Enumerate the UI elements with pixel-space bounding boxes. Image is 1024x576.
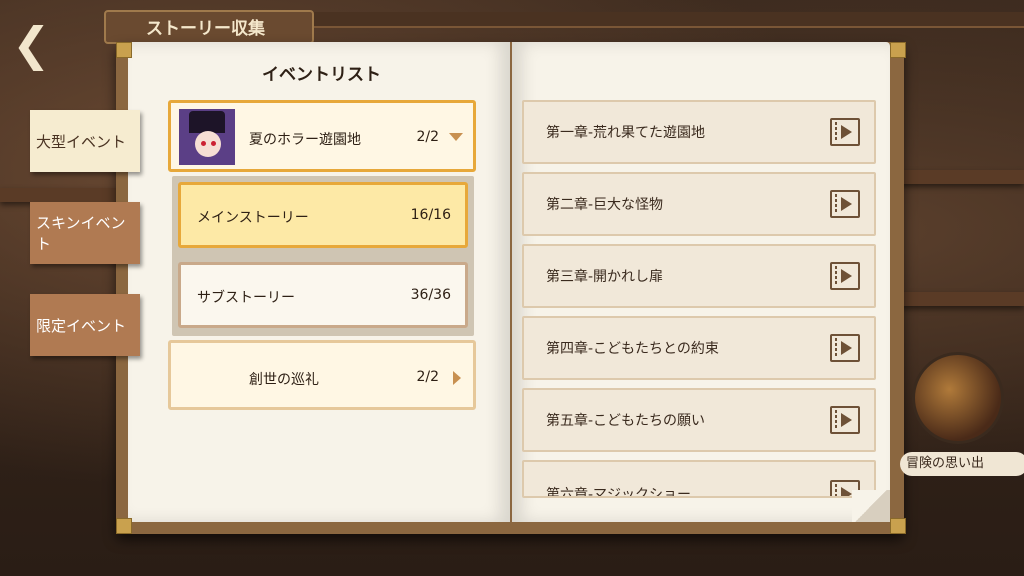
chapter-item[interactable]: 第五章-こどもたちの願い [522, 388, 876, 452]
sub-item-label: メインストーリー [197, 210, 309, 226]
back-button[interactable]: ❮ [12, 21, 76, 68]
event-list-title: イベントリスト [262, 65, 381, 85]
sub-item-progress: 16/16 [410, 207, 451, 223]
chapter-label: 第四章-こどもたちとの約束 [546, 341, 719, 357]
globe-icon[interactable] [912, 352, 1004, 444]
chapter-label: 第五章-こどもたちの願い [546, 413, 706, 429]
play-video-icon[interactable] [830, 406, 860, 434]
event-card-pilgrimage[interactable]: 創世の巡礼 2/2 [168, 340, 476, 410]
top-decor-bar [300, 12, 1024, 28]
sub-item-label: サブストーリー [197, 290, 295, 306]
event-progress: 2/2 [416, 369, 439, 385]
chevron-right-icon [453, 371, 461, 385]
tab-limited-event[interactable]: 限定イベント [30, 294, 140, 356]
event-name: 夏のホラー遊園地 [249, 132, 361, 148]
sub-item-main-story[interactable]: メインストーリー 16/16 [178, 182, 468, 248]
chapter-item[interactable]: 第六章-マジックショー [522, 460, 876, 498]
play-video-icon[interactable] [830, 334, 860, 362]
tab-large-event[interactable]: 大型イベント [30, 110, 140, 172]
chapter-item[interactable]: 第二章-巨大な怪物 [522, 172, 876, 236]
event-card-summer-horror[interactable]: 夏のホラー遊園地 2/2 [168, 100, 476, 172]
corner-ornament [890, 42, 906, 58]
chapter-label: 第二章-巨大な怪物 [546, 197, 664, 213]
shelf [900, 292, 1024, 306]
chevron-down-icon [449, 133, 463, 141]
corner-ornament [890, 518, 906, 534]
chapter-item[interactable]: 第一章-荒れ果てた遊園地 [522, 100, 876, 164]
event-name: 創世の巡礼 [249, 372, 319, 388]
page-title: ストーリー収集 [104, 10, 314, 44]
corner-ornament [116, 42, 132, 58]
chapter-label: 第一章-荒れ果てた遊園地 [546, 125, 706, 141]
play-video-icon[interactable] [830, 190, 860, 218]
event-progress: 2/2 [416, 129, 439, 145]
play-video-icon[interactable] [830, 118, 860, 146]
memories-button[interactable]: 冒険の思い出 [900, 452, 1024, 476]
chapter-label: 第六章-マジックショー [546, 487, 692, 498]
shelf [900, 170, 1024, 184]
sub-item-progress: 36/36 [410, 287, 451, 303]
event-avatar [179, 109, 235, 165]
chapter-item[interactable]: 第三章-開かれし扉 [522, 244, 876, 308]
play-video-icon[interactable] [830, 262, 860, 290]
tab-skin-event[interactable]: スキンイベント [30, 202, 140, 264]
shelf [0, 188, 130, 202]
page-curl[interactable] [852, 490, 890, 522]
sub-item-side-story[interactable]: サブストーリー 36/36 [178, 262, 468, 328]
chapter-label: 第三章-開かれし扉 [546, 269, 664, 285]
chapter-item[interactable]: 第四章-こどもたちとの約束 [522, 316, 876, 380]
corner-ornament [116, 518, 132, 534]
